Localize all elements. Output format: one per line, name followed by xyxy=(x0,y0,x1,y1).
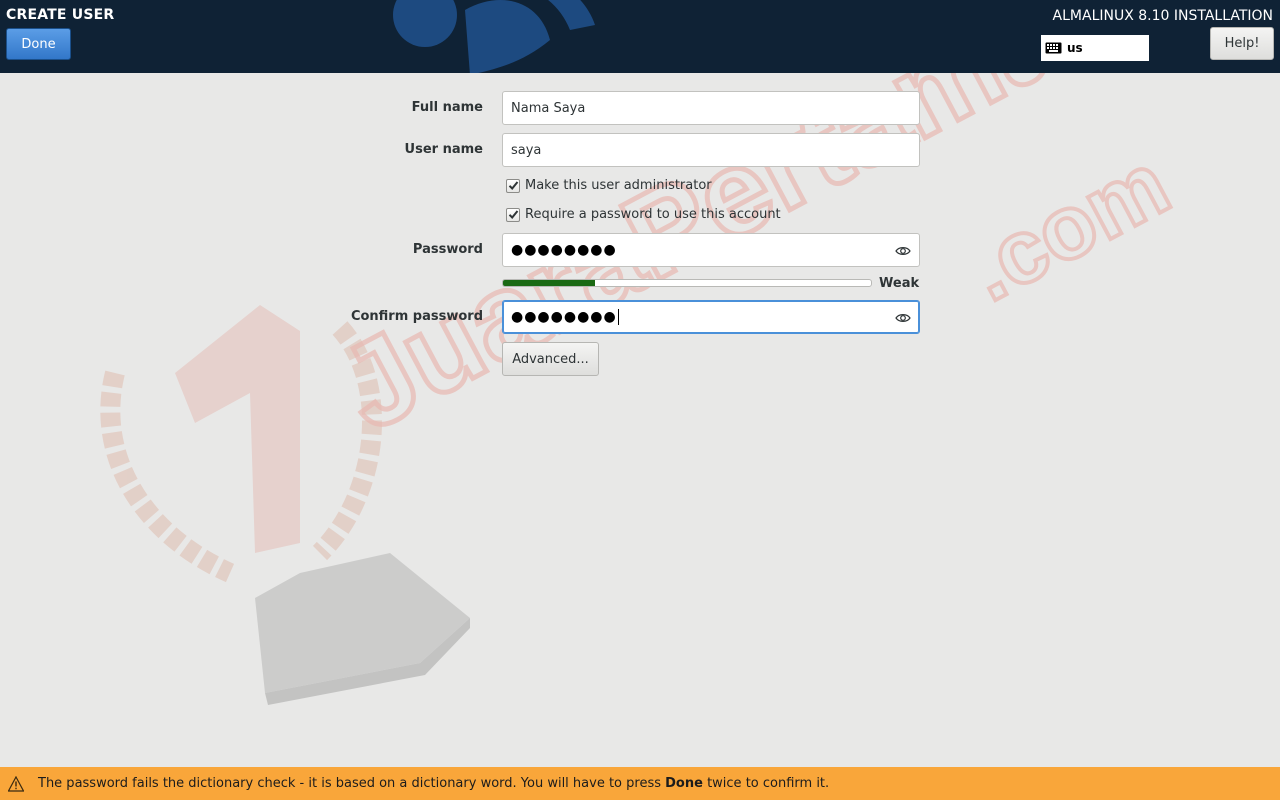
password-masked-value: ●●●●●●●● xyxy=(511,242,617,258)
advanced-button[interactable]: Advanced... xyxy=(502,342,599,376)
user-name-label: User name xyxy=(404,142,483,157)
full-name-label: Full name xyxy=(411,100,483,115)
done-button[interactable]: Done xyxy=(6,28,71,60)
password-strength-fill xyxy=(503,280,595,286)
watermark-suffix-text: .com xyxy=(952,134,1184,321)
full-name-input[interactable]: Nama Saya xyxy=(502,91,920,125)
warning-text-after: twice to confirm it. xyxy=(702,776,830,791)
password-input[interactable]: ●●●●●●●● xyxy=(502,233,920,267)
product-title: ALMALINUX 8.10 INSTALLATION xyxy=(1052,8,1273,24)
full-name-value: Nama Saya xyxy=(511,100,586,116)
keyboard-layout-label: us xyxy=(1067,41,1083,55)
spoke-title: CREATE USER xyxy=(6,7,115,23)
admin-checkbox-row[interactable]: Make this user administrator xyxy=(506,178,712,193)
keyboard-icon xyxy=(1045,42,1062,54)
password-strength-bar xyxy=(502,279,872,287)
warning-done-emphasis: Done xyxy=(665,776,703,791)
header-logo-graphic xyxy=(393,0,595,73)
help-button[interactable]: Help! xyxy=(1210,27,1274,60)
checkmark-icon xyxy=(508,181,518,190)
checkmark-icon xyxy=(508,210,518,219)
password-strength-label: Weak xyxy=(879,276,920,291)
text-caret xyxy=(617,309,619,325)
warning-text-before: The password fails the dictionary check … xyxy=(38,776,666,791)
reveal-confirm-password-eye-icon[interactable] xyxy=(895,310,911,326)
user-name-input[interactable]: saya xyxy=(502,133,920,167)
password-label: Password xyxy=(412,242,483,257)
confirm-password-masked-value: ●●●●●●●● xyxy=(511,309,617,325)
header-bar: CREATE USER Done ALMALINUX 8.10 INSTALLA… xyxy=(0,0,1280,73)
require-password-checkbox-row[interactable]: Require a password to use this account xyxy=(506,207,781,222)
warning-bar[interactable]: The password fails the dictionary check … xyxy=(0,767,1280,800)
admin-checkbox[interactable] xyxy=(506,178,520,193)
keyboard-layout-indicator[interactable]: us xyxy=(1041,35,1149,61)
reveal-password-eye-icon[interactable] xyxy=(895,243,911,259)
require-password-label: Require a password to use this account xyxy=(525,207,781,222)
warning-icon xyxy=(8,775,24,792)
confirm-password-label: Confirm password xyxy=(350,309,483,324)
admin-checkbox-label: Make this user administrator xyxy=(525,178,712,193)
warning-message: The password fails the dictionary check … xyxy=(38,776,829,791)
confirm-password-input[interactable]: ●●●●●●●● xyxy=(502,300,920,334)
user-name-value: saya xyxy=(511,142,542,158)
require-password-checkbox[interactable] xyxy=(506,207,520,222)
